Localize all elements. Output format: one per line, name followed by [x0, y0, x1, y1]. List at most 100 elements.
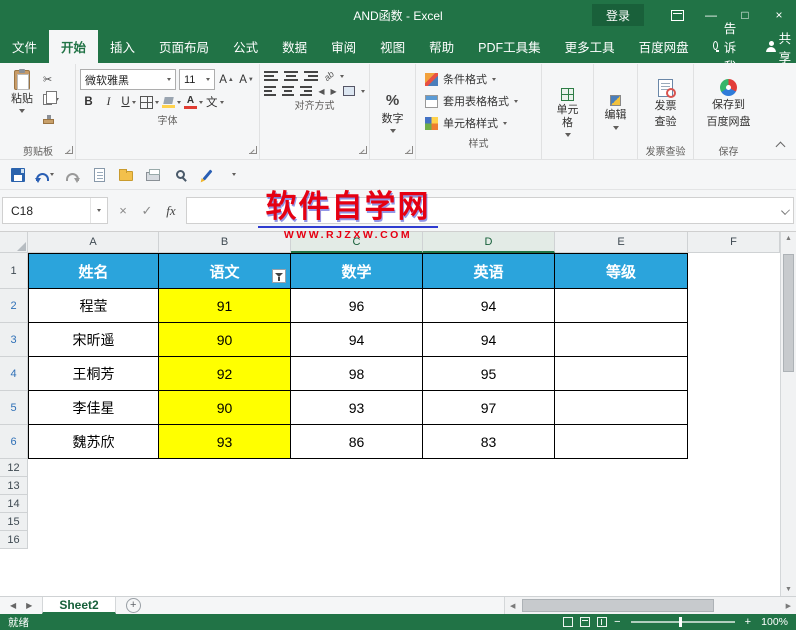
format-painter-button[interactable] [43, 112, 59, 127]
hscroll-left-icon[interactable]: ◀ [510, 602, 515, 610]
cell-c1[interactable]: 数学 [291, 253, 423, 289]
insert-function-button[interactable]: fx [160, 200, 182, 222]
zoom-slider[interactable] [630, 617, 735, 627]
row-header-6[interactable]: 6 [0, 425, 28, 459]
name-box[interactable]: C18 [2, 197, 108, 224]
zoom-slider-thumb[interactable] [678, 617, 682, 627]
orientation-button[interactable]: ab [322, 69, 336, 83]
conditional-formatting-button[interactable]: 条件格式 [420, 68, 537, 90]
cell-a1[interactable]: 姓名 [28, 253, 159, 289]
font-name-combobox[interactable]: 微软雅黑 [80, 69, 176, 90]
sheet-prev-icon[interactable]: ◀ [10, 601, 16, 610]
login-button[interactable]: 登录 [591, 4, 644, 26]
row-header-12[interactable]: 12 [0, 459, 28, 477]
open-button[interactable] [114, 163, 138, 187]
redo-button[interactable] [60, 163, 84, 187]
zoom-in-button[interactable]: + [745, 616, 751, 628]
clipboard-dialog-launcher[interactable] [65, 146, 73, 154]
zoom-level[interactable]: 100% [758, 616, 788, 628]
confirm-entry-button[interactable]: ✓ [136, 200, 158, 222]
tab-pdf-tools[interactable]: PDF工具集 [466, 30, 553, 63]
cell-b3[interactable]: 90 [159, 323, 291, 357]
increase-indent-button[interactable]: ▶ [330, 87, 336, 96]
column-header-e[interactable]: E [555, 232, 688, 253]
cell-c5[interactable]: 93 [291, 391, 423, 425]
cell-d6[interactable]: 83 [423, 425, 555, 459]
increase-font-size-button[interactable]: A ▲ [218, 71, 235, 89]
copy-button[interactable] [43, 91, 59, 107]
font-size-combobox[interactable]: 11 [179, 69, 215, 90]
filter-funnel-icon[interactable] [272, 269, 286, 283]
tab-review[interactable]: 审阅 [319, 30, 368, 63]
collapse-ribbon-button[interactable] [775, 141, 786, 152]
cell-d2[interactable]: 94 [423, 289, 555, 323]
tab-baidu-pan[interactable]: 百度网盘 [627, 30, 701, 63]
name-box-caret[interactable] [90, 198, 107, 223]
invoice-check-button[interactable]: 发票 查验 [642, 66, 689, 142]
page-break-view-button[interactable] [597, 617, 608, 627]
alignment-dialog-launcher[interactable] [359, 146, 367, 154]
decrease-font-size-button[interactable]: A ▼ [238, 71, 255, 89]
align-top-button[interactable] [264, 71, 278, 81]
add-sheet-button[interactable]: + [125, 598, 141, 613]
page-layout-view-button[interactable] [580, 617, 591, 627]
horizontal-scrollbar[interactable]: ◀ ▶ [504, 597, 796, 614]
row-header-15[interactable]: 15 [0, 513, 28, 531]
tab-data[interactable]: 数据 [270, 30, 319, 63]
share-button[interactable]: 共享 [752, 30, 796, 65]
cut-button[interactable]: ✂ [43, 72, 59, 87]
empty-cells[interactable] [28, 531, 780, 549]
hscroll-right-icon[interactable]: ▶ [786, 602, 791, 610]
save-button[interactable] [6, 163, 30, 187]
empty-cells-f[interactable] [688, 289, 780, 323]
align-middle-button[interactable] [284, 71, 298, 81]
row-header-16[interactable]: 16 [0, 531, 28, 549]
underline-button[interactable]: U [120, 93, 137, 111]
font-dialog-launcher[interactable] [249, 146, 257, 154]
cell-e4[interactable] [555, 357, 688, 391]
maximize-button[interactable]: □ [728, 0, 762, 30]
align-bottom-button[interactable] [304, 71, 318, 81]
cell-e3[interactable] [555, 323, 688, 357]
cell-b2[interactable]: 91 [159, 289, 291, 323]
row-header-2[interactable]: 2 [0, 289, 28, 323]
tab-view[interactable]: 视图 [368, 30, 417, 63]
tab-formulas[interactable]: 公式 [221, 30, 270, 63]
tell-me-box[interactable]: 告诉我 [701, 22, 753, 74]
formula-input[interactable] [186, 197, 794, 224]
cancel-entry-button[interactable]: × [112, 200, 134, 222]
row-header-14[interactable]: 14 [0, 495, 28, 513]
new-document-button[interactable] [87, 163, 111, 187]
empty-cells-f[interactable] [688, 323, 780, 357]
empty-cells[interactable] [28, 495, 780, 513]
tab-more-tools[interactable]: 更多工具 [553, 30, 627, 63]
empty-cells-f[interactable] [688, 391, 780, 425]
row-header-5[interactable]: 5 [0, 391, 28, 425]
row-header-4[interactable]: 4 [0, 357, 28, 391]
column-header-f[interactable]: F [688, 232, 780, 253]
cell-b6[interactable]: 93 [159, 425, 291, 459]
row-header-13[interactable]: 13 [0, 477, 28, 495]
horizontal-scrollbar-thumb[interactable] [522, 599, 714, 612]
close-button[interactable]: × [762, 0, 796, 30]
phonetic-guide-button[interactable]: 文 [206, 93, 224, 111]
scroll-down-icon[interactable]: ▼ [781, 586, 796, 593]
fill-color-button[interactable] [162, 93, 181, 111]
empty-cells[interactable] [28, 459, 780, 477]
cell-b1[interactable]: 语文 [159, 253, 291, 289]
cell-c3[interactable]: 94 [291, 323, 423, 357]
tab-insert[interactable]: 插入 [98, 30, 147, 63]
cell-b4[interactable]: 92 [159, 357, 291, 391]
cell-c4[interactable]: 98 [291, 357, 423, 391]
scroll-up-icon[interactable]: ▲ [781, 235, 796, 242]
cell-d3[interactable]: 94 [423, 323, 555, 357]
cell-c6[interactable]: 86 [291, 425, 423, 459]
save-to-baidu-pan-button[interactable]: 保存到 百度网盘 [698, 66, 759, 142]
cell-e5[interactable] [555, 391, 688, 425]
undo-button[interactable] [33, 163, 57, 187]
cell-a2[interactable]: 程莹 [28, 289, 159, 323]
cell-d1[interactable]: 英语 [423, 253, 555, 289]
vertical-scrollbar-thumb[interactable] [783, 254, 794, 372]
cell-e1[interactable]: 等级 [555, 253, 688, 289]
customize-qat-button[interactable] [222, 163, 246, 187]
